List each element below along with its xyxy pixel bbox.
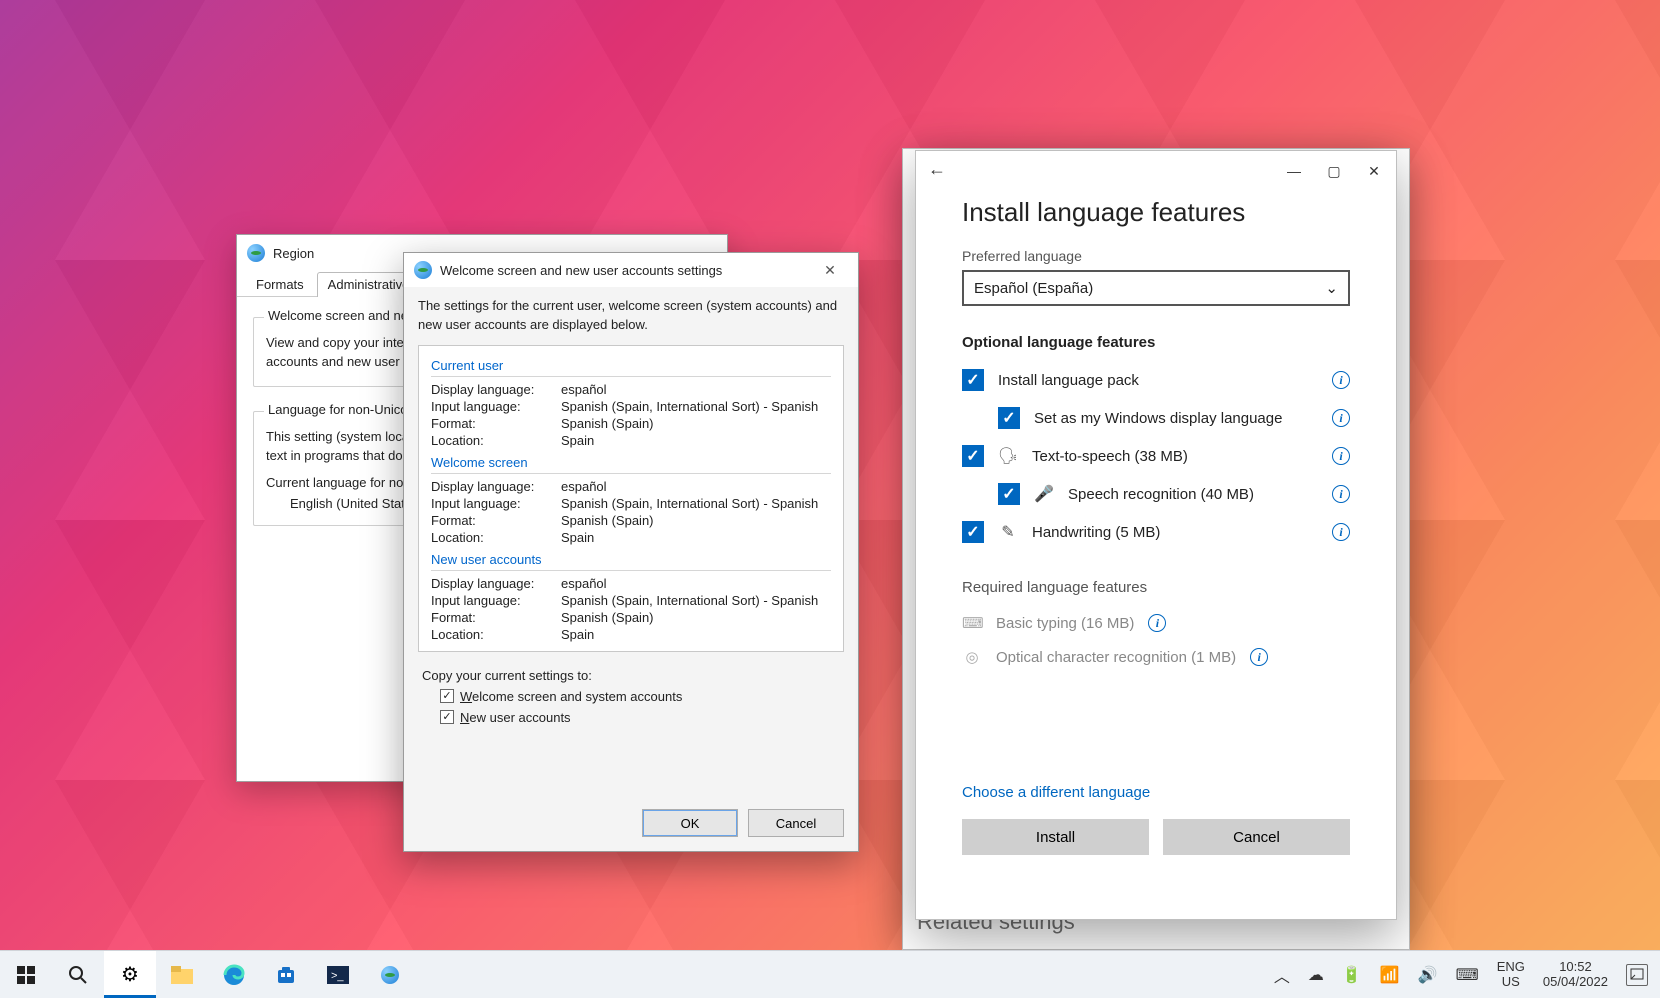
checkbox-handwriting[interactable] xyxy=(962,521,984,543)
optional-features-heading: Optional language features xyxy=(962,334,1350,351)
v-input: Spanish (Spain, International Sort) - Sp… xyxy=(561,399,818,414)
taskbar-file-explorer[interactable] xyxy=(156,951,208,998)
tray-chevron-icon[interactable]: ︿ xyxy=(1274,963,1290,987)
tray-battery-icon[interactable]: 🔋 xyxy=(1342,965,1362,985)
section-new-user: New user accounts xyxy=(431,552,831,571)
tray-volume-icon[interactable]: 🔊 xyxy=(1418,965,1438,985)
cancel-button[interactable]: Cancel xyxy=(1163,819,1350,855)
checkbox-speech[interactable] xyxy=(998,483,1020,505)
info-icon[interactable]: i xyxy=(1332,485,1350,503)
handwriting-icon: ✎ xyxy=(998,522,1018,542)
tray-onedrive-icon[interactable]: ☁ xyxy=(1308,965,1324,985)
option-install-language-pack[interactable]: Install language pack i xyxy=(962,361,1350,399)
k-input: Input language: xyxy=(431,399,561,414)
checkbox-newuser-label: New user accounts xyxy=(460,710,571,725)
keyboard-icon: ⌨ xyxy=(962,614,982,632)
ok-button[interactable]: OK xyxy=(642,809,738,837)
taskbar-ie[interactable] xyxy=(364,951,416,998)
k-location: Location: xyxy=(431,433,561,448)
ocr-icon: ◎ xyxy=(962,648,982,666)
maximize-button[interactable]: ▢ xyxy=(1324,161,1344,181)
back-button[interactable]: ← xyxy=(928,159,946,180)
required-features-heading: Required language features xyxy=(962,579,1350,596)
svg-text:>_: >_ xyxy=(331,970,344,982)
v-location: Spain xyxy=(561,433,594,448)
preferred-language-value: Español (España) xyxy=(974,280,1093,297)
search-button[interactable] xyxy=(52,951,104,998)
tray-notifications[interactable] xyxy=(1626,964,1648,986)
checkbox-welcome-label: Welcome screen and system accounts xyxy=(460,689,682,704)
microphone-icon: 🎤 xyxy=(1034,484,1054,504)
taskbar-edge[interactable] xyxy=(208,951,260,998)
tab-formats[interactable]: Formats xyxy=(245,272,315,297)
preferred-language-dropdown[interactable]: Español (España) ⌄ xyxy=(962,270,1350,306)
minimize-button[interactable]: — xyxy=(1284,161,1304,181)
gear-icon: ⚙ xyxy=(121,962,139,987)
checkbox-tts[interactable] xyxy=(962,445,984,467)
taskbar-store[interactable] xyxy=(260,951,312,998)
taskbar-settings[interactable]: ⚙ xyxy=(104,951,156,998)
start-button[interactable] xyxy=(0,951,52,998)
tray-keyboard-icon[interactable]: ⌨ xyxy=(1456,965,1479,985)
checkbox-language-pack[interactable] xyxy=(962,369,984,391)
required-basic-typing: ⌨ Basic typing (16 MB) i xyxy=(962,606,1350,640)
v-format: Spanish (Spain) xyxy=(561,416,654,431)
option-speech-recognition[interactable]: 🎤 Speech recognition (40 MB) i xyxy=(998,475,1350,513)
choose-different-language-link[interactable]: Choose a different language xyxy=(962,784,1350,801)
info-icon[interactable]: i xyxy=(1332,409,1350,427)
option-set-display-language[interactable]: Set as my Windows display language i xyxy=(998,399,1350,437)
chevron-down-icon: ⌄ xyxy=(1325,279,1338,297)
welcome-description: The settings for the current user, welco… xyxy=(404,287,858,341)
checkbox-display-language[interactable] xyxy=(998,407,1020,429)
cancel-button[interactable]: Cancel xyxy=(748,809,844,837)
k-format: Format: xyxy=(431,416,561,431)
tray-wifi-icon[interactable]: 📶 xyxy=(1380,965,1400,985)
section-current-user: Current user xyxy=(431,358,831,377)
tray-clock[interactable]: 10:52 05/04/2022 xyxy=(1543,960,1608,990)
option-handwriting[interactable]: ✎ Handwriting (5 MB) i xyxy=(962,513,1350,551)
info-icon[interactable]: i xyxy=(1332,371,1350,389)
copy-label: Copy your current settings to: xyxy=(422,668,840,683)
install-language-modal: ← — ▢ ✕ Install language features Prefer… xyxy=(915,150,1397,920)
globe-icon xyxy=(381,966,399,984)
install-button[interactable]: Install xyxy=(962,819,1149,855)
k-display: Display language: xyxy=(431,382,561,397)
close-button[interactable]: ✕ xyxy=(1364,161,1384,181)
welcome-title-text: Welcome screen and new user accounts set… xyxy=(440,263,722,278)
option-text-to-speech[interactable]: 🗣 Text-to-speech (38 MB) i xyxy=(962,437,1350,475)
globe-icon xyxy=(247,244,265,262)
globe-icon xyxy=(414,261,432,279)
tray-language[interactable]: ENG US xyxy=(1497,960,1525,990)
settings-panel: Current user Display language:español In… xyxy=(418,345,844,652)
info-icon[interactable]: i xyxy=(1332,523,1350,541)
checkbox-welcome-system[interactable] xyxy=(440,689,454,703)
info-icon[interactable]: i xyxy=(1332,447,1350,465)
welcome-titlebar[interactable]: Welcome screen and new user accounts set… xyxy=(404,253,858,287)
welcome-dialog: Welcome screen and new user accounts set… xyxy=(403,252,859,852)
taskbar-terminal[interactable]: >_ xyxy=(312,951,364,998)
info-icon[interactable]: i xyxy=(1250,648,1268,666)
v-display: español xyxy=(561,382,607,397)
region-title: Region xyxy=(273,246,314,261)
speaker-icon: 🗣 xyxy=(998,446,1018,466)
preferred-language-label: Preferred language xyxy=(962,248,1350,264)
taskbar: ⚙ >_ ︿ ☁ 🔋 📶 🔊 ⌨ ENG US 10:52 05/04/ xyxy=(0,950,1660,998)
close-button[interactable]: ✕ xyxy=(810,256,850,284)
modal-heading: Install language features xyxy=(962,197,1350,228)
info-icon[interactable]: i xyxy=(1148,614,1166,632)
section-welcome-screen: Welcome screen xyxy=(431,455,831,474)
checkbox-new-user[interactable] xyxy=(440,710,454,724)
required-ocr: ◎ Optical character recognition (1 MB) i xyxy=(962,640,1350,674)
